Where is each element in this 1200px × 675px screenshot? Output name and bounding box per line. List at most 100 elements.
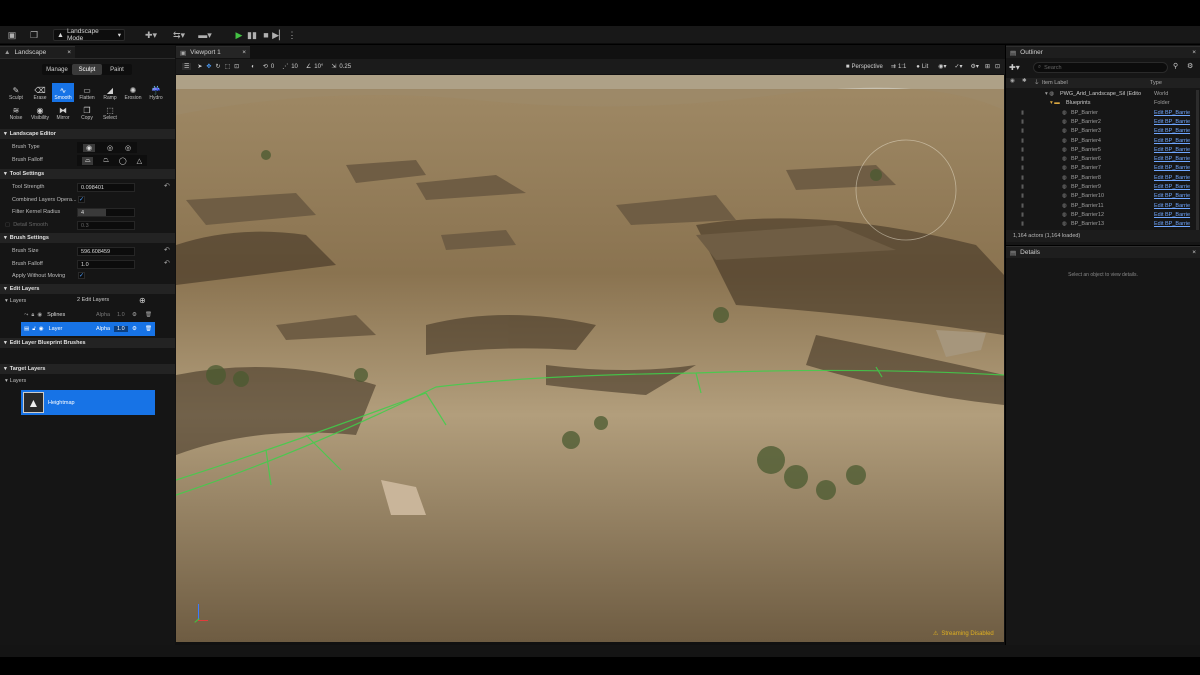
scale-snap-value[interactable]: 0.25 [339, 64, 351, 70]
outliner-item[interactable]: ▮ ◍ BP_Barrier13 Edit BP_Barrie [1007, 220, 1195, 229]
camera-speed[interactable]: 1:1 [898, 64, 906, 70]
brush-falloff-input[interactable]: 1.0 [77, 260, 135, 269]
blueprint-icon[interactable]: ⇆▾ [170, 29, 188, 41]
close-icon[interactable]: × [242, 49, 246, 56]
section-blueprint-brushes[interactable]: ▾ Edit Layer Blueprint Brushes [0, 338, 175, 348]
cinematics-icon[interactable]: ▬▾ [196, 29, 214, 41]
add-layer-icon[interactable]: ⊕ [139, 296, 146, 305]
alpha-value[interactable]: 1.0 [114, 326, 128, 332]
detail-smooth-input[interactable]: 0.3 [77, 221, 135, 230]
eye-icon[interactable]: ▮ [1021, 138, 1024, 144]
eye-icon[interactable]: ▮ [1021, 184, 1024, 190]
apply-without-moving-checkbox[interactable]: ✓ [78, 272, 85, 279]
tool-visibility[interactable]: ◉ Visibility [29, 103, 51, 122]
alpha-brush-icon[interactable]: ◎ [107, 144, 113, 152]
detail-smooth-checkbox[interactable]: ▢ [5, 222, 10, 228]
maximize-icon[interactable]: ⊡ [995, 63, 1000, 70]
world-icon[interactable]: ◐ [251, 64, 255, 70]
settings-icon[interactable]: ⚙ [1187, 62, 1193, 70]
mode-sculpt[interactable]: Sculpt [72, 64, 102, 75]
outliner-item[interactable]: ▮ ◍ BP_Barrier5 Edit BP_Barrie [1007, 145, 1195, 154]
section-landscape-editor[interactable]: ▾ Landscape Editor [0, 129, 175, 139]
lock-icon[interactable]: 🔓︎ [32, 326, 36, 333]
eye-icon[interactable]: ▮ [1021, 165, 1024, 171]
eye-icon[interactable]: ▮ [1021, 147, 1024, 153]
rotation-snap-icon[interactable]: ⟲ [263, 63, 268, 70]
edit-link[interactable]: Edit BP_Barrie [1154, 184, 1190, 190]
delete-icon[interactable]: 🗑︎ [145, 326, 152, 332]
outliner-item[interactable]: ▮ ◍ BP_Barrier Edit BP_Barrie [1007, 108, 1195, 117]
edit-link[interactable]: Edit BP_Barrie [1154, 128, 1190, 134]
eye-icon[interactable]: ▮ [1021, 119, 1024, 125]
speed-icon[interactable]: ⇉ [891, 63, 896, 70]
outliner-world-row[interactable]: ▾ ◍ PWG_Arid_Landscape_Sil (Edito World [1007, 89, 1195, 98]
edit-link[interactable]: Edit BP_Barrie [1154, 119, 1190, 125]
spherical-falloff-icon[interactable]: ◯ [119, 157, 127, 165]
section-edit-layers[interactable]: ▾ Edit Layers [0, 284, 175, 294]
tab-landscape[interactable]: ▲ Landscape × [0, 46, 75, 58]
outliner-scrollbar[interactable] [1196, 90, 1199, 230]
eject-icon[interactable]: ▶▏ [272, 29, 286, 41]
layer-row-layer[interactable]: ▤ 🔓︎ ◉ Layer Alpha 1.0 ⚙ 🗑︎ [21, 322, 155, 336]
heightmap-layer[interactable]: ▲ Heightmap [21, 390, 155, 415]
add-filter-icon[interactable]: ✚▾ [1009, 63, 1020, 72]
edit-link[interactable]: Edit BP_Barrie [1154, 175, 1190, 181]
gear-icon[interactable]: ⚙ [132, 326, 137, 332]
more-options-icon[interactable]: ⋮ [286, 29, 298, 41]
translate-icon[interactable]: ✥ [206, 63, 211, 70]
outliner-item[interactable]: ▮ ◍ BP_Barrier6 Edit BP_Barrie [1007, 155, 1195, 164]
outliner-item[interactable]: ▮ ◍ BP_Barrier4 Edit BP_Barrie [1007, 136, 1195, 145]
edit-link[interactable]: Edit BP_Barrie [1154, 212, 1190, 218]
tool-erase[interactable]: ⌫ Erase [29, 83, 51, 102]
delete-icon[interactable]: 🗑︎ [145, 312, 152, 318]
eye-icon[interactable]: ▮ [1021, 193, 1024, 199]
linear-falloff-icon[interactable]: ⏢ [103, 157, 109, 165]
eye-icon[interactable]: ▮ [1021, 156, 1024, 162]
outliner-item[interactable]: ▮ ◍ BP_Barrier8 Edit BP_Barrie [1007, 173, 1195, 182]
rotation-value[interactable]: 0 [271, 64, 274, 70]
close-icon[interactable]: × [1192, 49, 1196, 56]
pause-icon[interactable]: ▮▮ [246, 29, 258, 41]
select-mode-icon[interactable]: ➤ [197, 63, 202, 70]
edit-link[interactable]: Edit BP_Barrie [1154, 138, 1190, 144]
section-brush-settings[interactable]: ▾ Brush Settings [0, 233, 175, 243]
tool-noise[interactable]: ≋ Noise [5, 103, 27, 122]
outliner-item[interactable]: ▮ ◍ BP_Barrier11 Edit BP_Barrie [1007, 201, 1195, 210]
eye-icon[interactable]: ◉ [39, 326, 44, 332]
show-icon[interactable]: ◉▾ [938, 63, 946, 70]
outliner-item[interactable]: ▮ ◍ BP_Barrier7 Edit BP_Barrie [1007, 164, 1195, 173]
smooth-falloff-icon[interactable]: ⌓ [81, 156, 94, 165]
pattern-brush-icon[interactable]: ◎ [125, 144, 131, 152]
mode-manage[interactable]: Manage [43, 64, 71, 75]
eye-icon[interactable]: ▮ [1021, 203, 1024, 209]
edit-link[interactable]: Edit BP_Barrie [1154, 203, 1190, 209]
outliner-item[interactable]: ▮ ◍ BP_Barrier2 Edit BP_Barrie [1007, 117, 1195, 126]
view-mode-dropdown[interactable]: Lit [922, 64, 928, 70]
surface-snap-icon[interactable]: ⊡ [234, 63, 239, 70]
outliner-item[interactable]: ▮ ◍ BP_Barrier9 Edit BP_Barrie [1007, 182, 1195, 191]
edit-link[interactable]: Edit BP_Barrie [1154, 147, 1190, 153]
content-icon[interactable]: ❐ [28, 29, 40, 41]
col-item-label[interactable]: Item Label [1042, 80, 1068, 86]
edit-link[interactable]: Edit BP_Barrie [1154, 193, 1190, 199]
edit-link[interactable]: Edit BP_Barrie [1154, 221, 1190, 227]
eye-icon[interactable]: ▮ [1021, 175, 1024, 181]
outliner-item[interactable]: ▮ ◍ BP_Barrier10 Edit BP_Barrie [1007, 192, 1195, 201]
eye-icon[interactable]: ▮ [1021, 221, 1024, 227]
eye-icon[interactable]: ◉ [37, 312, 42, 318]
tool-select[interactable]: ⬚ Select [99, 103, 121, 122]
eye-icon[interactable]: ▮ [1021, 110, 1024, 116]
tab-outliner[interactable]: ▤ Outliner × [1006, 46, 1200, 58]
tip-falloff-icon[interactable]: △ [137, 157, 142, 165]
tab-details[interactable]: ▤ Details × [1006, 246, 1200, 258]
alpha-value[interactable]: 1.0 [117, 312, 125, 318]
outliner-item[interactable]: ▮ ◍ BP_Barrier12 Edit BP_Barrie [1007, 210, 1195, 219]
gear-icon[interactable]: ⚙ [132, 312, 137, 318]
landscape-render[interactable] [176, 75, 1004, 642]
close-icon[interactable]: × [67, 49, 71, 56]
tool-mirror[interactable]: ⧓ Mirror [52, 103, 74, 122]
grid-snap-value[interactable]: 10 [291, 64, 298, 70]
mode-paint[interactable]: Paint [103, 64, 131, 75]
play-icon[interactable]: ▶ [233, 29, 245, 41]
section-target-layers[interactable]: ▾ Target Layers [0, 364, 175, 374]
